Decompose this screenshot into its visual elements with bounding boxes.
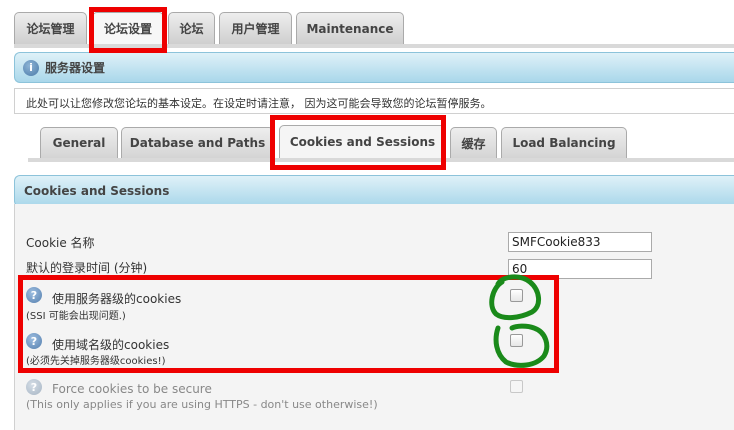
subtab-load-balancing[interactable]: Load Balancing (501, 127, 627, 158)
section-title: Cookies and Sessions (24, 184, 170, 198)
subtab-cache[interactable]: 缓存 (450, 127, 497, 158)
help-icon: ? (26, 379, 42, 395)
server-settings-title: 服务器设置 (45, 61, 106, 75)
tab-member-admin[interactable]: 用户管理 (219, 12, 292, 44)
tab-maintenance[interactable]: Maintenance (296, 12, 404, 44)
highlight-box-cookie-options (18, 275, 559, 373)
handdrawn-circle-annotation (489, 274, 550, 368)
secure-cookies-label: Force cookies to be secure (52, 382, 212, 396)
settings-description: 此处可以让您修改您论坛的基本设定。在设定时请注意， 因为这可能会导致您的论坛暂停… (14, 88, 734, 114)
highlight-box-settings-tab (89, 7, 167, 53)
secure-cookies-checkbox (510, 380, 523, 393)
secure-cookies-note: (This only applies if you are using HTTP… (26, 398, 378, 411)
cookies-sessions-header: Cookies and Sessions (14, 175, 734, 207)
login-length-label: 默认的登录时间 (分钟) (26, 261, 148, 275)
cookie-name-label: Cookie 名称 (26, 236, 95, 250)
tab-forum-admin[interactable]: 论坛管理 (14, 12, 87, 44)
tab-forums[interactable]: 论坛 (168, 12, 215, 44)
subtab-database-paths[interactable]: Database and Paths (121, 127, 274, 158)
info-icon: i (23, 59, 39, 76)
server-settings-header: i 服务器设置 (14, 52, 734, 83)
highlight-box-cookies-tab (270, 115, 446, 170)
subtab-general[interactable]: General (40, 127, 118, 158)
cookie-name-input[interactable] (508, 232, 652, 252)
